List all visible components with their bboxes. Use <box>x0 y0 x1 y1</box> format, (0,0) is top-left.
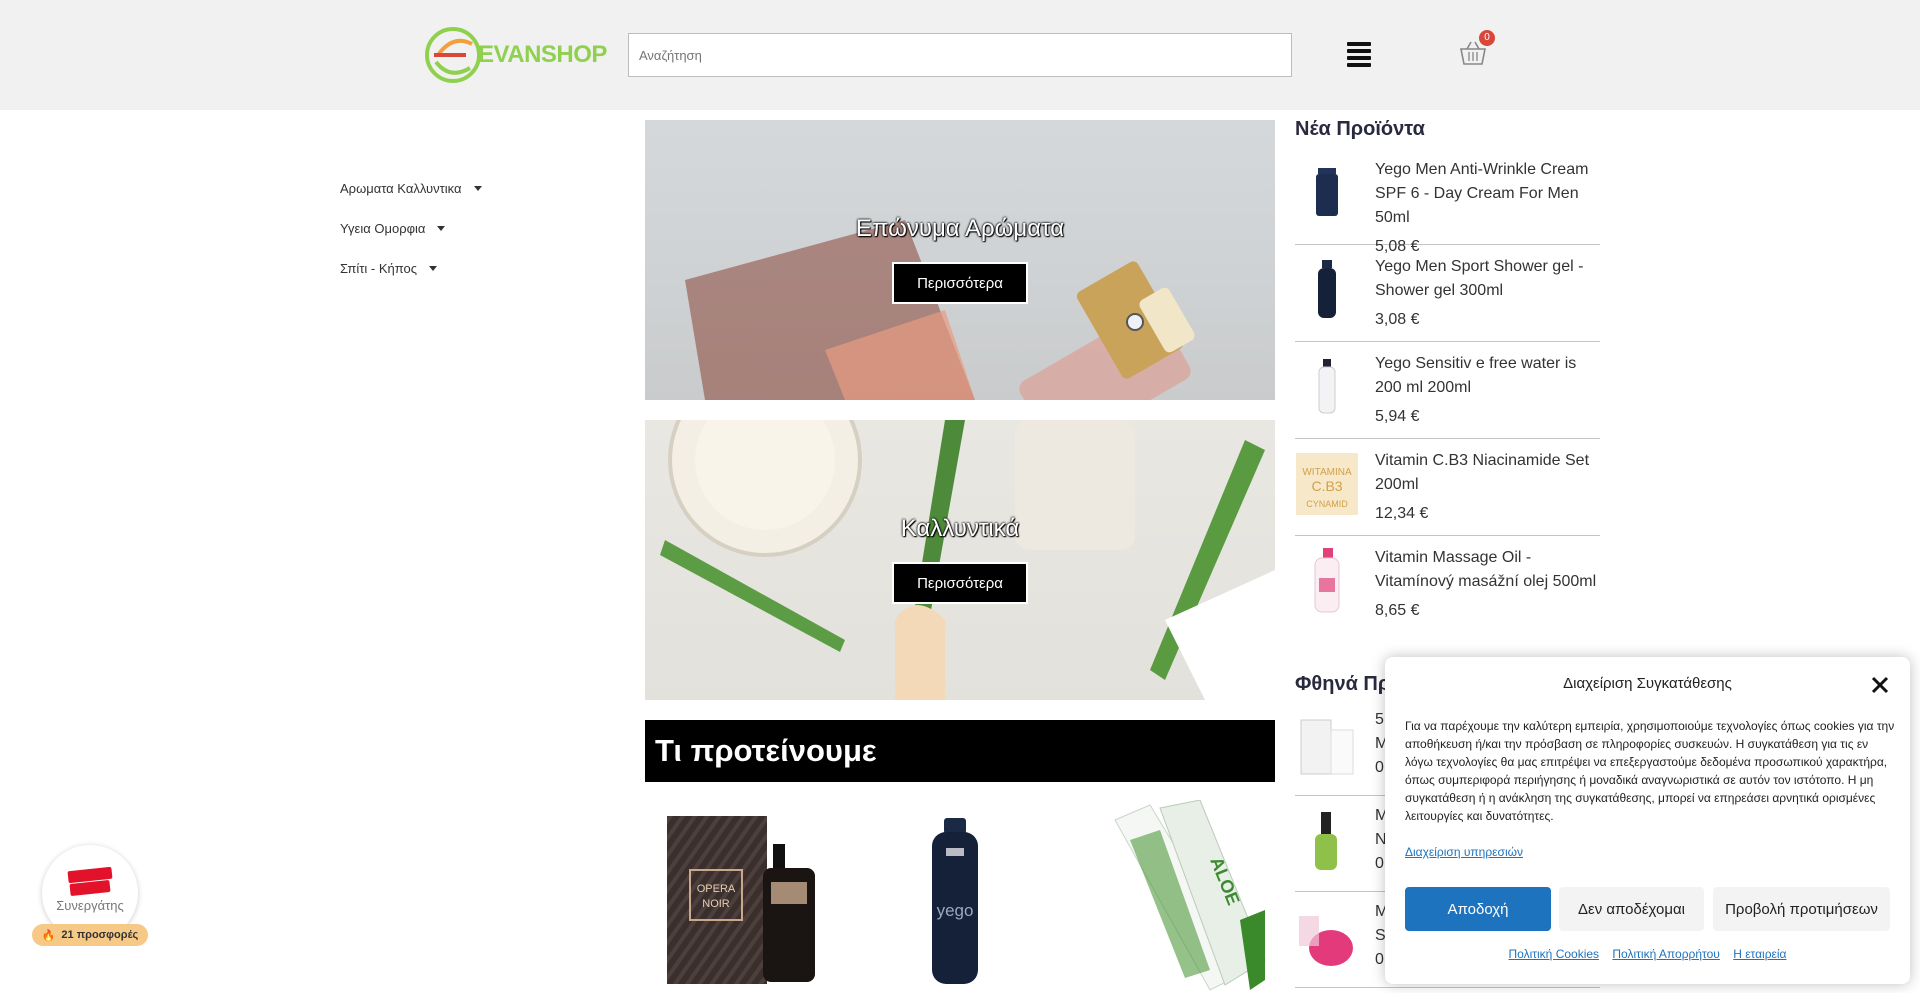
cart-count-badge: 0 <box>1479 30 1495 46</box>
perfume-bottles-image <box>685 220 1195 400</box>
caret-down-icon <box>473 185 482 191</box>
product-name[interactable]: Vitamin C.B3 Niacinamide Set 200ml <box>1375 449 1600 497</box>
category-menu: Αρωματα Καλλυντικα Υγεια Ομορφια Σπίτι -… <box>340 168 482 288</box>
cosmetics-products-image <box>660 420 1275 700</box>
product-item[interactable]: Yego Men Sport Shower gel - Shower gel 3… <box>1295 245 1600 342</box>
menu-item-aromata[interactable]: Αρωματα Καλλυντικα <box>340 168 482 208</box>
more-button[interactable]: Περισσότερα <box>892 262 1028 304</box>
banner-cosmetics: Καλλυντικά Περισσότερα <box>645 420 1275 700</box>
new-products-title: Νέα Προϊόντα <box>1295 118 1425 140</box>
product-thumbnail <box>1299 916 1353 966</box>
manage-services-link[interactable]: Διαχείριση υπηρεσιών <box>1405 845 1523 859</box>
svg-text:C.B3: C.B3 <box>1311 478 1342 494</box>
company-link[interactable]: Η εταιρεία <box>1733 947 1786 961</box>
more-button[interactable]: Περισσότερα <box>892 562 1028 604</box>
product-name[interactable]: Yego Men Anti-Wrinkle Cream SPF 6 - Day … <box>1375 158 1600 230</box>
product-image-aloe-toothpaste[interactable]: ALOE <box>1100 800 1270 993</box>
product-item[interactable]: Vitamin Massage Oil - Vitamínový masážní… <box>1295 536 1600 633</box>
product-thumbnail <box>1295 255 1359 325</box>
view-preferences-button[interactable]: Προβολή προτιμήσεων <box>1713 887 1890 931</box>
close-icon[interactable] <box>1869 674 1891 696</box>
banner-title: Επώνυμα Αρώματα <box>855 215 1065 242</box>
product-image-opera-noir[interactable]: OPERA NOIR <box>655 800 835 993</box>
product-name[interactable]: Vitamin Massage Oil - Vitamínový masážní… <box>1375 546 1600 594</box>
site-logo[interactable]: EVANSHOP <box>420 22 607 88</box>
product-thumbnail: WITAMINA C.B3 CYNAMID <box>1295 449 1359 519</box>
dialog-title: Διαχείριση Συγκατάθεσης <box>1563 675 1732 692</box>
product-price: 3,08 € <box>1375 311 1420 328</box>
menu-item-spiti[interactable]: Σπίτι - Κήπος <box>340 248 482 288</box>
bestprice-logo-icon <box>67 867 113 896</box>
cookie-consent-dialog: Διαχείριση Συγκατάθεσης Για να παρέχουμε… <box>1385 657 1910 984</box>
partner-label: Συνεργάτης <box>56 898 124 913</box>
cookie-policy-link[interactable]: Πολιτική Cookies <box>1509 947 1600 961</box>
dialog-body-text: Για να παρέχουμε την καλύτερη εμπειρία, … <box>1405 719 1895 823</box>
hamburger-menu-icon[interactable] <box>1347 42 1371 67</box>
accept-button[interactable]: Αποδοχή <box>1405 887 1551 931</box>
offers-pill[interactable]: 🔥 21 προσφορές <box>32 924 148 946</box>
deny-button[interactable]: Δεν αποδέχομαι <box>1559 887 1704 931</box>
product-item[interactable]: Yego Sensitiv e free water is 200 ml 200… <box>1295 342 1600 439</box>
product-thumbnail <box>1315 812 1337 870</box>
product-price: 8,65 € <box>1375 602 1420 619</box>
recommended-products: OPERA NOIR yego ALOE <box>645 800 1275 993</box>
svg-text:OPERA: OPERA <box>697 883 736 895</box>
product-thumbnail <box>1295 546 1359 616</box>
svg-text:WITAMINA: WITAMINA <box>1302 467 1352 478</box>
logo-text: EVANSHOP <box>478 41 607 68</box>
product-image-yego-shower[interactable]: yego <box>920 800 1000 993</box>
svg-text:NOIR: NOIR <box>702 898 730 910</box>
product-name[interactable]: Yego Men Sport Shower gel - Shower gel 3… <box>1375 255 1600 303</box>
logo-mark-icon <box>425 27 481 83</box>
product-item[interactable]: Yego Men Anti-Wrinkle Cream SPF 6 - Day … <box>1295 148 1600 255</box>
fire-icon: 🔥 <box>41 929 56 942</box>
menu-item-label: Αρωματα Καλλυντικα <box>340 180 462 196</box>
caret-down-icon <box>429 265 438 271</box>
new-products-widget: Νέα Προϊόντα Yego Men Anti-Wrinkle Cream… <box>1295 118 1600 633</box>
search-input[interactable] <box>628 33 1292 77</box>
menu-item-ygeia[interactable]: Υγεια Ομορφια <box>340 208 482 248</box>
product-thumbnail <box>1295 158 1359 228</box>
product-item[interactable]: WITAMINA C.B3 CYNAMID Vitamin C.B3 Niacina… <box>1295 439 1600 536</box>
product-thumbnail <box>1295 352 1359 422</box>
menu-item-label: Σπίτι - Κήπος <box>340 260 418 276</box>
banner-perfumes: Επώνυμα Αρώματα Περισσότερα <box>645 120 1275 400</box>
product-price: 12,34 € <box>1375 505 1429 522</box>
section-title: Τι προτείνουμε <box>655 733 877 768</box>
banner-title: Καλλυντικά <box>900 515 1020 542</box>
product-name[interactable]: Yego Sensitiv e free water is 200 ml 200… <box>1375 352 1600 400</box>
offers-count: 21 προσφορές <box>61 929 139 941</box>
svg-text:CYNAMID: CYNAMID <box>1306 499 1348 509</box>
recommend-heading-bar: Τι προτείνουμε <box>645 720 1275 782</box>
caret-down-icon <box>437 225 446 231</box>
menu-item-label: Υγεια Ομορφια <box>340 220 426 236</box>
product-thumbnail <box>1300 719 1354 775</box>
cookie-footer-links: Πολιτική Cookies Πολιτική Απορρήτου Η ετ… <box>1385 947 1910 961</box>
product-price: 5,94 € <box>1375 408 1420 425</box>
cheap-products-title: Φθηνά Πρ <box>1295 673 1391 695</box>
privacy-policy-link[interactable]: Πολιτική Απορρήτου <box>1612 947 1719 961</box>
site-header: EVANSHOP 0 <box>0 0 1920 110</box>
svg-text:yego: yego <box>937 901 974 920</box>
